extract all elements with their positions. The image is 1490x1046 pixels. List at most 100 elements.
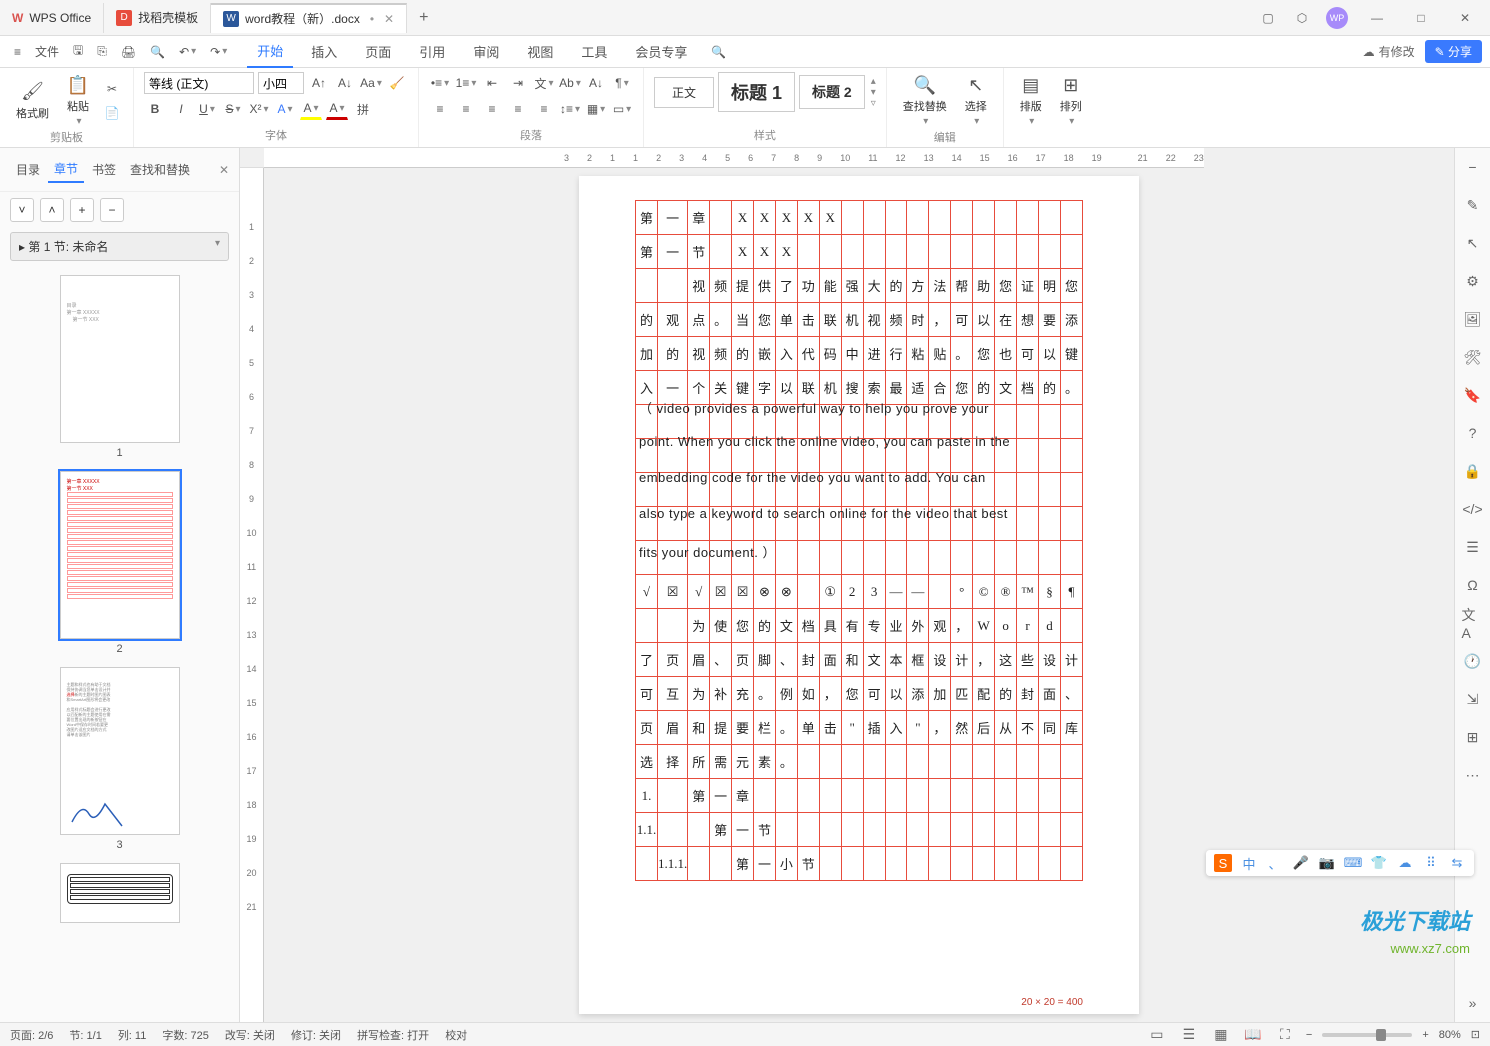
status-section[interactable]: 节: 1/1: [69, 1027, 101, 1043]
change-case-icon[interactable]: Aa▾: [360, 72, 382, 94]
sogou-ime-icon[interactable]: S: [1214, 854, 1232, 872]
thumbnail-list[interactable]: 目录第一章 XXXXX第一节 XXX1 第一章 XXXXX 第一节 XXX 2 …: [0, 265, 239, 1022]
borders-icon[interactable]: ▭▾: [611, 98, 633, 120]
minimize-button[interactable]: —: [1362, 8, 1392, 28]
underline-icon[interactable]: U▾: [196, 98, 218, 120]
italic-icon[interactable]: I: [170, 98, 192, 120]
more-icon[interactable]: ⋯: [1462, 764, 1484, 786]
panel-tab-sections[interactable]: 章节: [48, 156, 84, 183]
layout-icon[interactable]: ▢: [1258, 8, 1278, 28]
tab-wps-home[interactable]: W WPS Office: [0, 3, 104, 33]
view-read-icon[interactable]: 📖: [1242, 1024, 1264, 1046]
table-icon[interactable]: ⊞: [1462, 726, 1484, 748]
menu-tab-start[interactable]: 开始: [247, 35, 293, 68]
settings-icon[interactable]: ⚙: [1462, 270, 1484, 292]
bookmark-icon[interactable]: 🔖: [1462, 384, 1484, 406]
mic-icon[interactable]: 🎤: [1292, 854, 1310, 872]
menu-tab-ref[interactable]: 引用: [409, 36, 455, 67]
strike-icon[interactable]: S▾: [222, 98, 244, 120]
maximize-button[interactable]: □: [1406, 8, 1436, 28]
status-track-changes[interactable]: 修订: 关闭: [291, 1027, 341, 1043]
image-icon[interactable]: 🖼: [1462, 308, 1484, 330]
camera-icon[interactable]: 📷: [1318, 854, 1336, 872]
hamburger-icon[interactable]: ≡: [8, 41, 27, 63]
close-icon[interactable]: ✕: [384, 12, 394, 26]
menu-tab-page[interactable]: 页面: [355, 36, 401, 67]
cloud-icon[interactable]: ☁: [1396, 854, 1414, 872]
font-color-icon[interactable]: A▾: [326, 98, 348, 120]
export-icon[interactable]: ⇲: [1462, 688, 1484, 710]
justify-icon[interactable]: ≡: [507, 98, 529, 120]
redo-icon[interactable]: ↷▾: [204, 41, 233, 63]
list-icon[interactable]: ☰: [1462, 536, 1484, 558]
shading-icon[interactable]: ▦▾: [585, 98, 607, 120]
collapse-up-icon[interactable]: ˄: [40, 198, 64, 222]
text-direction-icon[interactable]: 文▾: [533, 72, 555, 94]
undo-icon[interactable]: ↶▾: [173, 41, 202, 63]
horizontal-ruler[interactable]: 32112345678910111213141516171819212223: [264, 148, 1204, 168]
ime-lang-icon[interactable]: 中: [1240, 854, 1258, 872]
status-page[interactable]: 页面: 2/6: [10, 1027, 53, 1043]
cube-icon[interactable]: ⬡: [1292, 8, 1312, 28]
paste-button[interactable]: 📋粘贴▾: [61, 72, 95, 129]
distribute-icon[interactable]: ≡: [533, 98, 555, 120]
close-button[interactable]: ✕: [1450, 8, 1480, 28]
layout-button[interactable]: ▤排版▾: [1014, 72, 1048, 129]
status-overwrite[interactable]: 改写: 关闭: [225, 1027, 275, 1043]
bullets-icon[interactable]: •≡▾: [429, 72, 451, 94]
status-column[interactable]: 列: 11: [118, 1027, 147, 1043]
ime-icon[interactable]: Ab▾: [559, 72, 581, 94]
switch-icon[interactable]: ⇆: [1448, 854, 1466, 872]
code-icon[interactable]: </>: [1462, 498, 1484, 520]
section-dropdown[interactable]: ▸ 第 1 节: 未命名 ▾: [10, 232, 229, 261]
page-thumbnail-2[interactable]: 第一章 XXXXX 第一节 XXX: [60, 471, 180, 639]
avatar[interactable]: WP: [1326, 7, 1348, 29]
close-icon[interactable]: ✕: [219, 163, 229, 177]
menu-tab-review[interactable]: 审阅: [463, 36, 509, 67]
collapse-icon[interactable]: »: [1462, 992, 1484, 1014]
align-center-icon[interactable]: ≡: [455, 98, 477, 120]
file-menu[interactable]: 文件: [29, 39, 65, 64]
chevron-up-icon[interactable]: ▴: [871, 76, 876, 87]
shrink-font-icon[interactable]: A↓: [334, 72, 356, 94]
copy-icon[interactable]: 📄: [101, 102, 123, 124]
sort-icon[interactable]: A↓: [585, 72, 607, 94]
ime-punct-icon[interactable]: 、: [1266, 854, 1284, 872]
menu-tab-insert[interactable]: 插入: [301, 36, 347, 67]
zoom-out-button[interactable]: −: [1306, 1029, 1312, 1041]
panel-tab-bookmarks[interactable]: 书签: [86, 157, 122, 182]
grid-icon[interactable]: ⠿: [1422, 854, 1440, 872]
history-icon[interactable]: 🕐: [1462, 650, 1484, 672]
cut-icon[interactable]: ✂: [101, 78, 123, 100]
document-page[interactable]: 第一章XXXXX第一节XXX视频提供了功能强大的方法帮助您证明您的观点。当您单击…: [579, 176, 1139, 1014]
highlight-icon[interactable]: A▾: [300, 98, 322, 120]
save-icon[interactable]: 🖫: [67, 37, 89, 66]
bold-icon[interactable]: B: [144, 98, 166, 120]
zoom-in-button[interactable]: +: [1422, 1029, 1428, 1041]
menu-tab-member[interactable]: 会员专享: [625, 36, 697, 67]
expand-icon[interactable]: ▿: [871, 98, 876, 109]
style-heading1[interactable]: 标题 1: [718, 72, 795, 112]
font-size-select[interactable]: [258, 72, 304, 94]
page-thumbnail-1[interactable]: 目录第一章 XXXXX第一节 XXX: [60, 275, 180, 443]
print-preview-icon[interactable]: 🔍: [144, 41, 171, 63]
menu-tab-tools[interactable]: 工具: [571, 36, 617, 67]
view-page-icon[interactable]: ▭: [1146, 1024, 1168, 1046]
status-proof[interactable]: 校对: [445, 1027, 467, 1043]
cloud-status[interactable]: ☁ 有修改: [1363, 43, 1415, 60]
panel-tab-find[interactable]: 查找和替换: [124, 157, 196, 182]
superscript-icon[interactable]: X²▾: [248, 98, 270, 120]
page-thumbnail-3[interactable]: 主题和样式也有助于文档保持协调当您单击设计并选择新的主题时图片图表和SmartA…: [60, 667, 180, 835]
new-tab-button[interactable]: +: [407, 9, 440, 27]
minus-icon[interactable]: −: [1462, 156, 1484, 178]
align-button[interactable]: ⊞排列▾: [1054, 72, 1088, 129]
find-replace-button[interactable]: 🔍查找替换▾: [897, 72, 953, 129]
align-right-icon[interactable]: ≡: [481, 98, 503, 120]
status-word-count[interactable]: 字数: 725: [162, 1027, 208, 1043]
text-effect-icon[interactable]: A▾: [274, 98, 296, 120]
tab-template[interactable]: D 找稻壳模板: [104, 3, 211, 33]
remove-icon[interactable]: −: [100, 198, 124, 222]
zoom-level[interactable]: 80%: [1439, 1029, 1461, 1041]
grow-font-icon[interactable]: A↑: [308, 72, 330, 94]
skin-icon[interactable]: 👕: [1370, 854, 1388, 872]
